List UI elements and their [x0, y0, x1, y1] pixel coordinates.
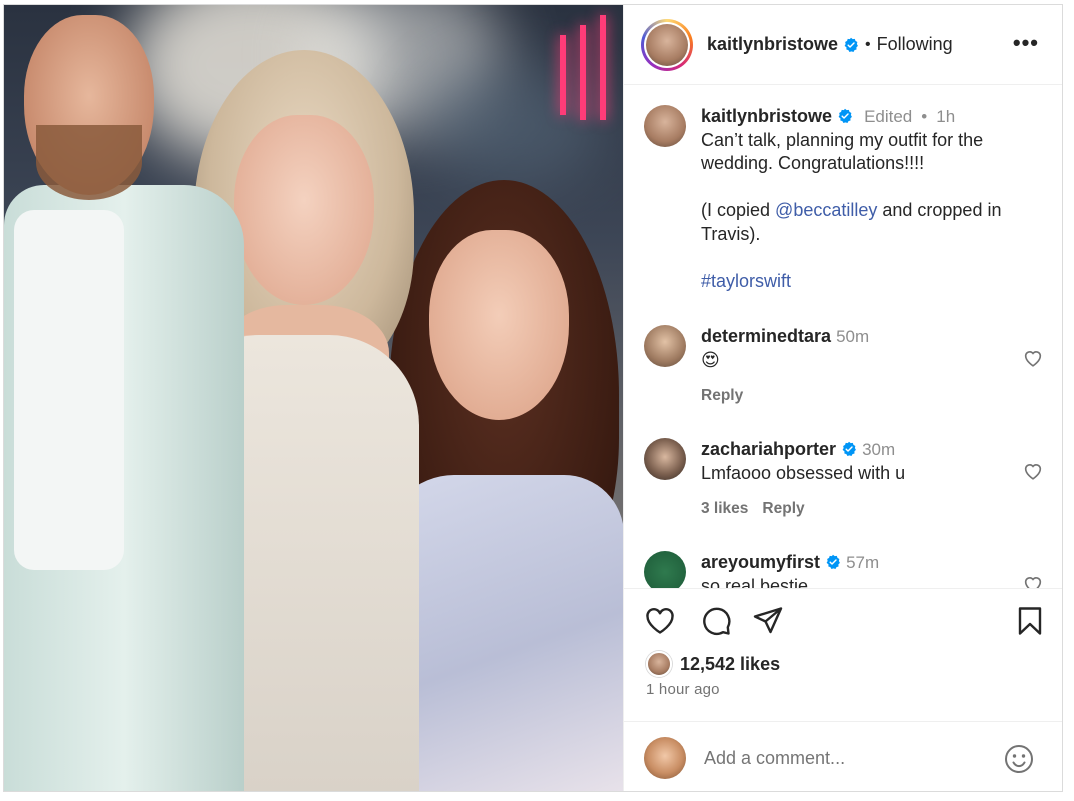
verified-badge-icon	[826, 554, 840, 569]
comment-icon[interactable]	[700, 605, 732, 637]
comment-time[interactable]: 57m	[846, 553, 879, 572]
comment-username[interactable]: areyoumyfirst	[701, 552, 820, 572]
reply-button[interactable]: Reply	[701, 387, 743, 404]
caption-text-2: (I copied @beccatilley and cropped in Tr…	[701, 200, 1002, 244]
caption-text: Can’t talk, planning my outfit for the w…	[701, 129, 984, 174]
verified-badge-icon	[838, 108, 852, 123]
instagram-post: kaitlynbristowe • Following ••• kaitlynb…	[3, 4, 1063, 792]
header-username[interactable]: kaitlynbristowe	[707, 34, 838, 55]
comment-time[interactable]: 30m	[862, 440, 895, 459]
post-timestamp[interactable]: 1 hour ago	[646, 681, 720, 698]
paper-plane-icon[interactable]	[752, 605, 784, 637]
emoji-icon[interactable]	[1003, 743, 1035, 775]
separator-dot: •	[921, 107, 928, 126]
heart-icon[interactable]	[1022, 460, 1044, 482]
comment-username[interactable]: zachariahporter	[701, 439, 836, 459]
comment-input[interactable]	[704, 747, 984, 769]
comments-scroll-area[interactable]: kaitlynbristowe Edited • 1h Can’t talk, …	[624, 85, 1062, 589]
post-header: kaitlynbristowe • Following •••	[624, 5, 1062, 85]
comment-username[interactable]: determinedtara	[701, 326, 831, 346]
likes-row[interactable]: 12,542 likes	[646, 651, 780, 677]
likes-count[interactable]: 12,542 likes	[680, 654, 780, 675]
avatar	[644, 737, 686, 779]
comment-text: Lmfaooo obsessed with u	[701, 462, 906, 483]
heart-icon[interactable]	[644, 605, 676, 637]
edited-label: Edited	[864, 107, 913, 126]
following-button[interactable]: Following	[877, 34, 953, 55]
avatar[interactable]	[644, 438, 686, 480]
reply-button[interactable]: Reply	[762, 500, 804, 517]
story-ring[interactable]	[641, 18, 693, 71]
verified-badge-icon	[842, 441, 856, 456]
caption-username[interactable]: kaitlynbristowe	[701, 106, 832, 126]
avatar[interactable]	[644, 551, 686, 588]
post-photo[interactable]	[4, 5, 623, 791]
separator-dot: •	[865, 35, 871, 53]
mention-link[interactable]: @beccatilley	[775, 200, 877, 220]
comment-text: 😍	[701, 349, 720, 370]
avatar[interactable]	[646, 23, 688, 66]
comment-text: so real bestie	[701, 575, 809, 589]
comment-time[interactable]: 50m	[836, 327, 869, 346]
bookmark-icon[interactable]	[1014, 605, 1046, 637]
likes-count[interactable]: 3 likes	[701, 500, 748, 517]
avatar	[646, 651, 672, 677]
heart-icon[interactable]	[1022, 573, 1044, 588]
avatar[interactable]	[644, 105, 686, 147]
comment-bar	[624, 721, 1062, 791]
hashtag-link[interactable]: #taylorswift	[701, 270, 1041, 294]
post-actions: 12,542 likes 1 hour ago	[624, 588, 1062, 791]
caption-time[interactable]: 1h	[936, 107, 955, 126]
verified-badge-icon	[844, 37, 858, 52]
avatar[interactable]	[644, 325, 686, 367]
heart-icon[interactable]	[1022, 347, 1044, 369]
post-side-panel: kaitlynbristowe • Following ••• kaitlynb…	[623, 5, 1062, 791]
more-options-icon[interactable]: •••	[1013, 32, 1039, 54]
